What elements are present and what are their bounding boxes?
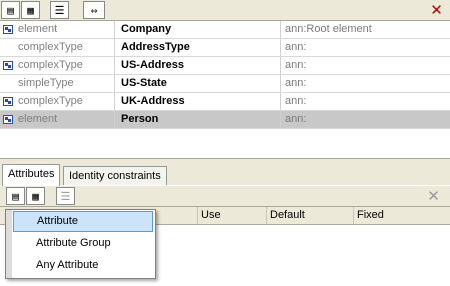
insert-attribute-button[interactable]: ▤ [6, 187, 25, 205]
grid-row-selected[interactable]: element Person ann: [0, 111, 450, 129]
attributes-toolbar: ▤ ▦ ☰ ✕ [0, 186, 450, 207]
close-button[interactable]: ✕ [427, 1, 446, 19]
delete-attribute-button[interactable]: ☰ [56, 187, 75, 205]
grid-row[interactable]: complexType US-Address ann: [0, 57, 450, 75]
append-icon: ▦ [32, 189, 39, 203]
close-icon: ✕ [427, 187, 440, 205]
tab-identity-constraints[interactable]: Identity constraints [63, 166, 167, 185]
append-icon: ▦ [27, 3, 34, 17]
component-kind: complexType [16, 57, 115, 74]
global-components-grid: element Company ann:Root element complex… [0, 21, 450, 129]
component-kind: complexType [16, 39, 115, 56]
tab-attributes[interactable]: Attributes [2, 164, 61, 186]
component-annotation[interactable]: ann: [282, 39, 450, 56]
delete-icon: ☰ [60, 189, 71, 203]
component-annotation[interactable]: ann:Root element [282, 21, 450, 38]
grid-row[interactable]: element Company ann:Root element [0, 21, 450, 39]
component-annotation[interactable]: ann: [282, 111, 450, 128]
insert-icon: ▤ [12, 189, 19, 203]
component-name[interactable]: Person [116, 111, 281, 128]
append-attribute-button[interactable]: ▦ [26, 187, 45, 205]
column-header-default[interactable]: Default [267, 207, 354, 224]
top-toolbar: ▤ ▦ ☰ ⇔ ✕ [0, 0, 450, 21]
grid-row[interactable]: complexType AddressType ann: [0, 39, 450, 57]
component-kind: element [16, 21, 115, 38]
delete-row-button[interactable]: ☰ [50, 1, 69, 19]
component-kind: element [16, 111, 115, 128]
component-annotation[interactable]: ann: [282, 93, 450, 110]
component-name[interactable]: US-State [116, 75, 281, 92]
insert-attribute-menu: Attribute Attribute Group Any Attribute [5, 209, 156, 279]
reorder-button[interactable]: ⇔ [83, 1, 105, 19]
global-component-icon [3, 61, 13, 70]
component-kind: complexType [16, 93, 115, 110]
menu-item-any-attribute[interactable]: Any Attribute [13, 255, 153, 276]
grid-row[interactable]: simpleType US-State ann: [0, 75, 450, 93]
menu-item-attribute-group[interactable]: Attribute Group [13, 233, 153, 254]
component-name[interactable]: UK-Address [116, 93, 281, 110]
component-kind: simpleType [16, 75, 115, 92]
tab-bar: Attributes Identity constraints [0, 163, 450, 186]
component-name[interactable]: Company [116, 21, 281, 38]
component-annotation[interactable]: ann: [282, 57, 450, 74]
insert-row-button[interactable]: ▤ [1, 1, 20, 19]
close-attributes-button[interactable]: ✕ [424, 187, 443, 205]
close-icon: ✕ [430, 1, 443, 19]
global-component-icon [3, 25, 13, 34]
grid-row[interactable]: complexType UK-Address ann: [0, 93, 450, 111]
column-header-use[interactable]: Use [198, 207, 267, 224]
insert-icon: ▤ [7, 3, 14, 17]
column-header-fixed[interactable]: Fixed [354, 207, 450, 224]
menu-item-attribute[interactable]: Attribute [13, 211, 153, 232]
component-name[interactable]: AddressType [116, 39, 281, 56]
component-name[interactable]: US-Address [116, 57, 281, 74]
delete-icon: ☰ [54, 3, 65, 17]
component-annotation[interactable]: ann: [282, 75, 450, 92]
reorder-icon: ⇔ [90, 3, 98, 17]
global-component-icon [3, 115, 13, 124]
global-component-icon [3, 97, 13, 106]
append-row-button[interactable]: ▦ [21, 1, 40, 19]
